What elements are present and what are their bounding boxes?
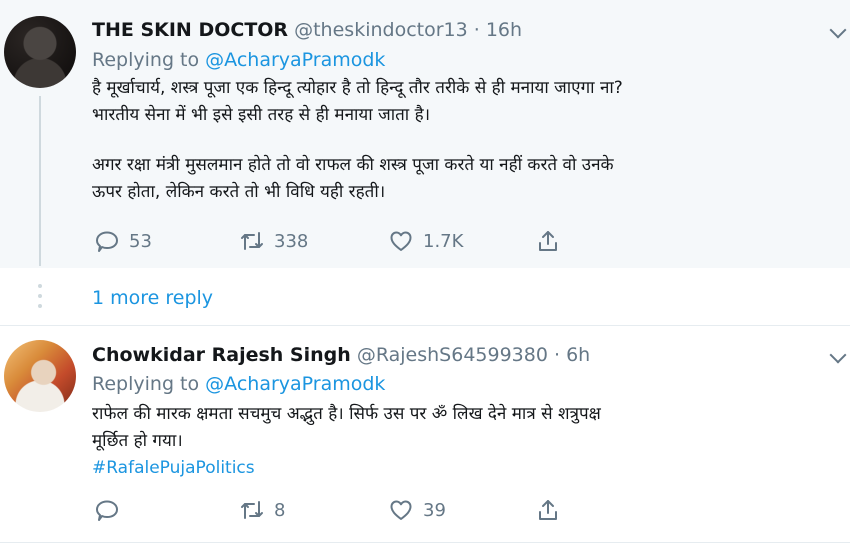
retweet-icon bbox=[241, 501, 263, 519]
share-icon bbox=[539, 500, 557, 520]
avatar[interactable] bbox=[4, 340, 76, 412]
tweet-header: THE SKIN DOCTOR @theskindoctor13 · 16h bbox=[92, 18, 522, 42]
retweet-icon bbox=[241, 232, 263, 250]
display-name[interactable]: THE SKIN DOCTOR bbox=[92, 19, 288, 41]
like-count: 1.7K bbox=[423, 230, 464, 252]
timestamp[interactable]: · 16h bbox=[474, 19, 522, 41]
like-count: 39 bbox=[423, 499, 446, 521]
reply-button[interactable]: 53 bbox=[95, 229, 152, 253]
chevron-down-icon[interactable] bbox=[829, 346, 847, 364]
divider bbox=[0, 325, 850, 326]
retweet-count: 8 bbox=[274, 499, 286, 521]
thread-dot bbox=[38, 304, 42, 308]
like-button[interactable]: 39 bbox=[389, 498, 446, 522]
tweet-text: है मूर्खाचार्य, शस्त्र पूजा एक हिन्दू त्… bbox=[92, 78, 623, 202]
reply-button[interactable] bbox=[95, 498, 129, 522]
like-icon bbox=[390, 500, 412, 520]
mention-link[interactable]: @AcharyaPramodk bbox=[205, 49, 385, 71]
tweet-text: राफेल की मारक क्षमता सचमुच अद्भुत है। सि… bbox=[92, 401, 842, 482]
mention-link[interactable]: @AcharyaPramodk bbox=[205, 373, 385, 395]
like-button[interactable]: 1.7K bbox=[389, 229, 463, 253]
replying-to: Replying to @AcharyaPramodk bbox=[92, 373, 386, 395]
replying-to: Replying to @AcharyaPramodk bbox=[92, 49, 386, 71]
reply-icon bbox=[96, 231, 118, 252]
thread-dot bbox=[38, 284, 42, 288]
reply-icon bbox=[96, 500, 118, 521]
retweet-button[interactable]: 338 bbox=[240, 229, 308, 253]
retweet-button[interactable]: 8 bbox=[240, 498, 285, 522]
display-name[interactable]: Chowkidar Rajesh Singh bbox=[92, 344, 351, 366]
avatar[interactable] bbox=[4, 16, 76, 88]
retweet-count: 338 bbox=[274, 230, 309, 252]
share-button[interactable] bbox=[536, 498, 570, 522]
more-replies-link[interactable]: 1 more reply bbox=[92, 287, 213, 309]
handle[interactable]: @theskindoctor13 bbox=[294, 19, 468, 41]
like-icon bbox=[390, 231, 412, 251]
tweet-header: Chowkidar Rajesh Singh @RajeshS64599380 … bbox=[92, 343, 590, 367]
hashtag-link[interactable]: #RafalePujaPolitics bbox=[92, 455, 842, 482]
timestamp[interactable]: · 6h bbox=[554, 344, 590, 366]
share-icon bbox=[539, 231, 557, 251]
thread-dot bbox=[38, 294, 42, 298]
handle[interactable]: @RajeshS64599380 bbox=[357, 344, 548, 366]
divider bbox=[0, 542, 850, 543]
share-button[interactable] bbox=[536, 229, 570, 253]
reply-count: 53 bbox=[129, 230, 152, 252]
thread-line bbox=[39, 96, 41, 266]
